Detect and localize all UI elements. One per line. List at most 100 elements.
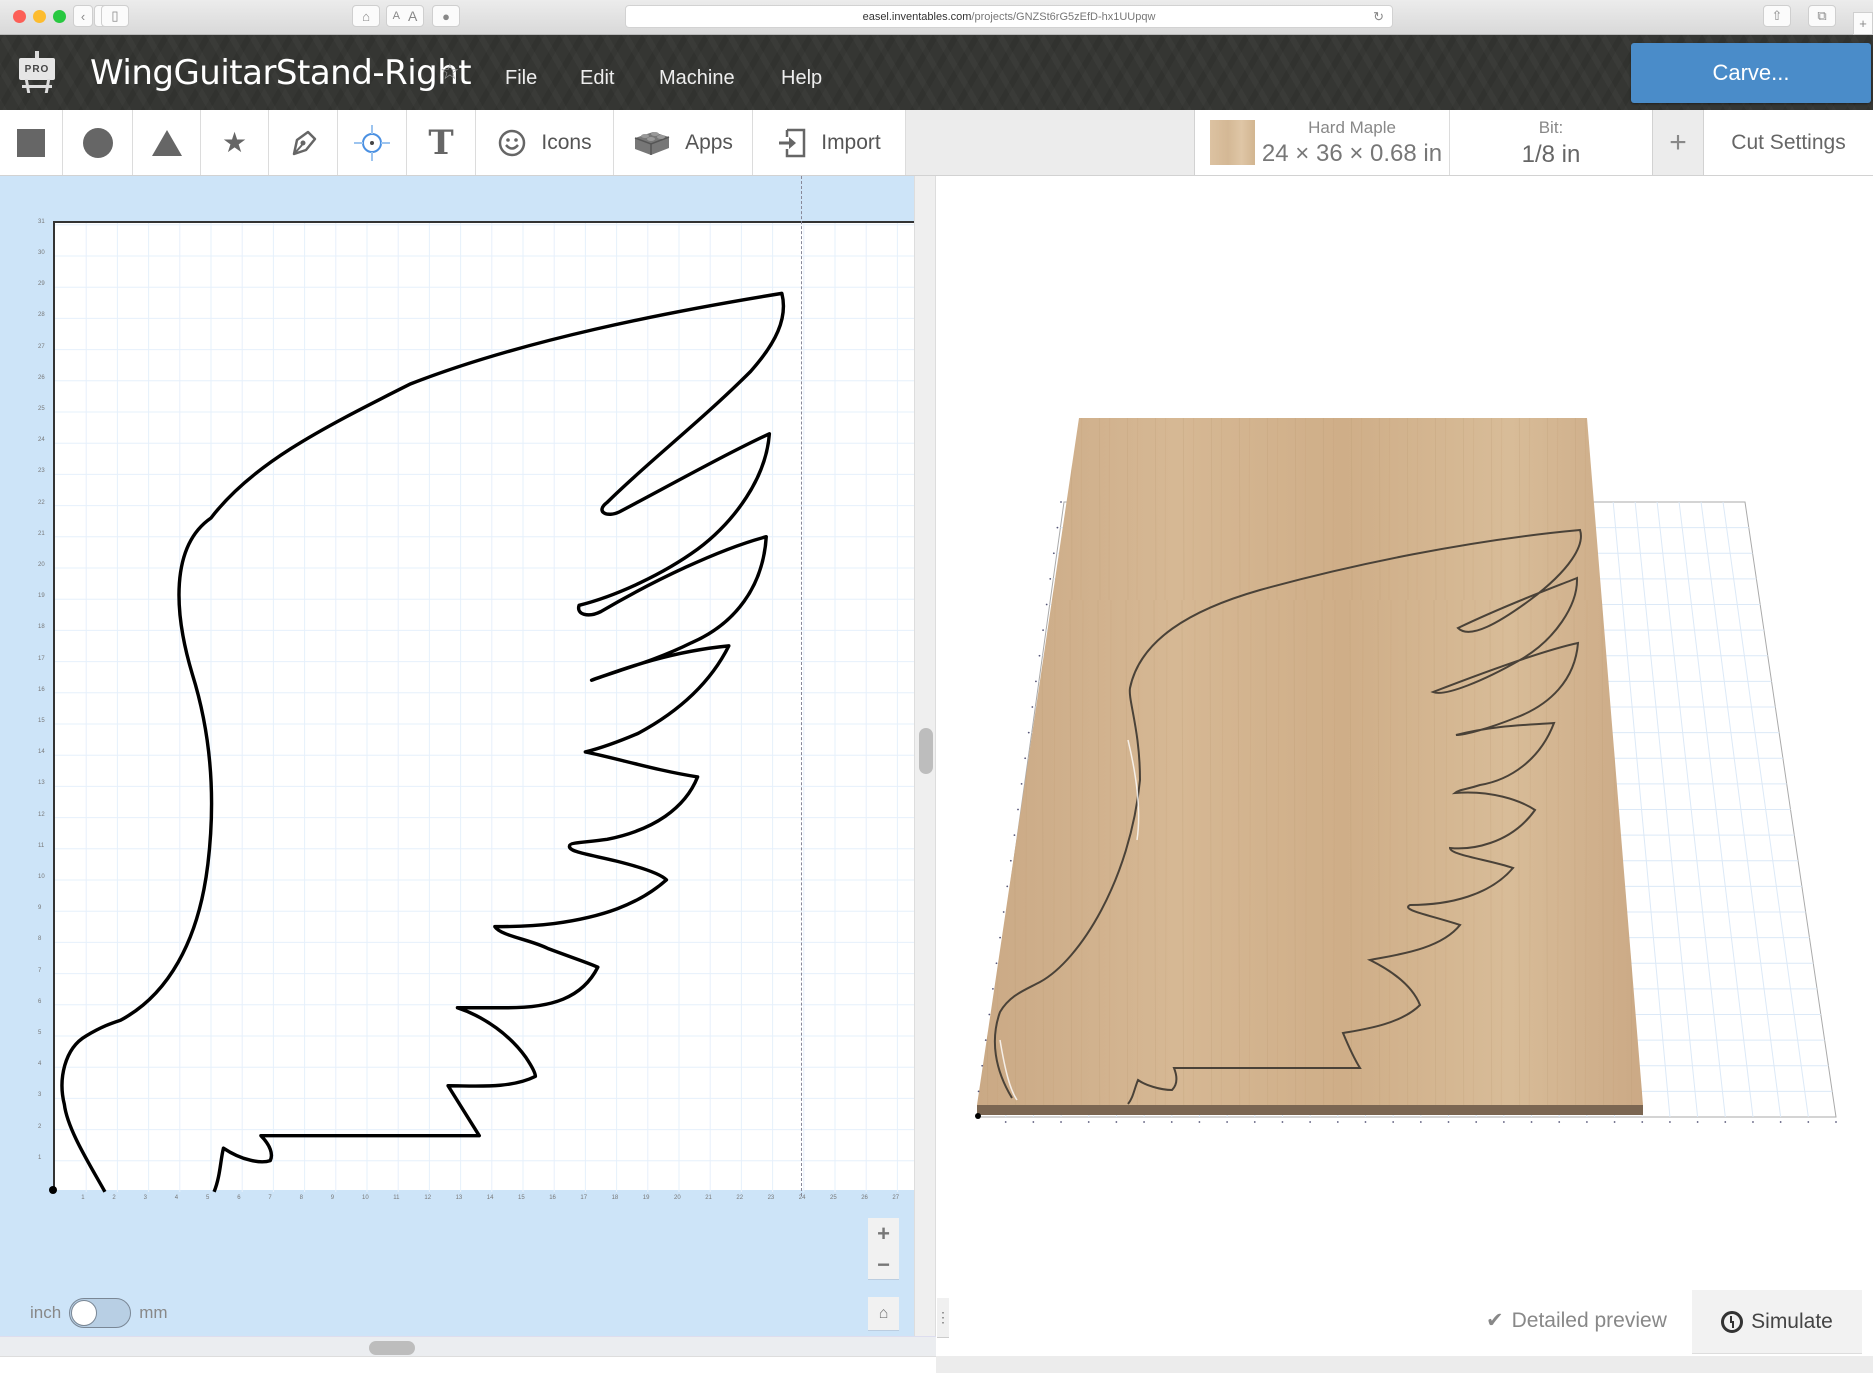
3d-x-tick [1586, 1121, 1588, 1123]
material-name: Hard Maple [1308, 118, 1396, 137]
triangle-tool[interactable] [133, 110, 201, 175]
menu-edit[interactable]: Edit [580, 67, 614, 90]
horizontal-scroll-thumb[interactable] [369, 1341, 415, 1355]
design-canvas[interactable] [53, 221, 916, 1193]
share-button[interactable]: ⇧ [1763, 5, 1791, 27]
address-bar[interactable]: easel.inventables.com/projects/GNZSt6rG5… [625, 5, 1393, 28]
pane-resize-handle[interactable]: ⋮ [936, 1298, 950, 1338]
3d-x-tick [1752, 1121, 1754, 1123]
import-button[interactable]: Import [753, 110, 906, 175]
y-axis-tick-label: 12 [38, 811, 45, 818]
zoom-out-button[interactable]: − [868, 1249, 899, 1280]
pen-tool[interactable] [269, 110, 338, 175]
canvas-horizontal-scrollbar[interactable] [0, 1336, 936, 1356]
icons-label: Icons [541, 130, 592, 154]
easel-pro-logo[interactable]: PRO [18, 51, 58, 95]
x-axis-tick-label: 16 [549, 1195, 556, 1201]
x-axis-tick-label: 8 [299, 1195, 303, 1201]
y-axis-tick-label: 9 [38, 905, 42, 912]
evernote-extension-button[interactable]: ● [432, 5, 460, 27]
3d-x-tick [1779, 1121, 1782, 1123]
rectangle-tool[interactable] [0, 110, 63, 175]
simulate-button[interactable]: Simulate [1692, 1290, 1862, 1354]
square-icon [17, 128, 45, 157]
y-axis-tick-label: 28 [38, 312, 45, 319]
apps-button[interactable]: Apps [614, 110, 753, 175]
3d-y-tick [999, 936, 1001, 939]
minimize-window-button[interactable] [33, 10, 46, 23]
project-title[interactable]: WingGuitarStand-Right [90, 53, 472, 93]
3d-x-tick [1835, 1121, 1837, 1123]
unit-inch-label: inch [30, 1303, 62, 1322]
y-axis-tick-label: 13 [38, 780, 45, 787]
favorite-star-icon[interactable]: ☆ [440, 59, 460, 85]
reset-view-button[interactable]: ⌂ [868, 1297, 899, 1331]
zoom-in-button[interactable]: + [868, 1218, 899, 1249]
x-axis-tick-label: 11 [393, 1195, 400, 1201]
icons-button[interactable]: Icons [476, 110, 614, 175]
material-selector[interactable]: Hard Maple 24 × 36 × 0.68 in [1194, 110, 1450, 175]
tabs-overview-button[interactable]: ⧉ [1808, 5, 1836, 27]
wood-board-grain [977, 418, 1643, 1105]
y-axis-tick-label: 4 [38, 1061, 42, 1068]
text-tool[interactable]: T [407, 110, 476, 175]
cut-settings-button[interactable]: Cut Settings [1704, 110, 1873, 175]
circle-tool[interactable] [63, 110, 133, 175]
detailed-preview-toggle[interactable]: ✔ Detailed preview [1486, 1308, 1667, 1333]
3d-preview-scene[interactable] [936, 176, 1873, 1356]
menu-file[interactable]: File [505, 67, 537, 90]
y-axis-tick-label: 5 [38, 1030, 42, 1036]
vertical-dots-icon: ⋮ [936, 1309, 950, 1325]
share-icon: ⇧ [1771, 8, 1783, 23]
text-larger-button[interactable]: A [408, 8, 417, 24]
3d-y-tick [1060, 501, 1062, 503]
y-axis-tick-label: 15 [38, 718, 45, 724]
maximize-window-button[interactable] [53, 10, 66, 23]
star-icon: ★ [221, 127, 248, 158]
3d-y-tick [1006, 885, 1009, 888]
3d-x-tick [1364, 1121, 1367, 1123]
bit-selector[interactable]: Bit: 1/8 in [1450, 110, 1652, 175]
3d-y-tick [1031, 706, 1034, 708]
point-tool[interactable] [338, 110, 407, 175]
3d-y-tick [1035, 680, 1037, 683]
import-label: Import [821, 130, 881, 154]
star-tool[interactable]: ★ [201, 110, 269, 175]
x-axis-tick-label: 22 [736, 1195, 744, 1201]
text-smaller-button[interactable]: A [393, 10, 400, 22]
sidebar-icon: ▯ [111, 8, 119, 23]
lego-brick-icon [634, 131, 670, 155]
wing-shape[interactable] [55, 223, 916, 1193]
vertical-scroll-thumb[interactable] [919, 728, 933, 774]
material-boundary-line [801, 176, 802, 1196]
canvas-vertical-scrollbar[interactable] [914, 176, 936, 1356]
x-axis-tick-label: 6 [237, 1195, 241, 1201]
x-axis-tick-label: 5 [206, 1195, 210, 1201]
3d-y-tick [1009, 859, 1012, 862]
3d-x-tick [1613, 1121, 1616, 1123]
3d-y-tick [1049, 577, 1052, 580]
3d-y-tick [977, 1090, 980, 1093]
back-button[interactable]: ‹ [73, 5, 93, 27]
detailed-preview-label: Detailed preview [1511, 1308, 1667, 1332]
carve-button[interactable]: Carve... [1631, 43, 1871, 103]
home-button[interactable]: ⌂ [352, 5, 380, 27]
new-tab-button[interactable]: + [1853, 12, 1873, 35]
reload-icon[interactable]: ↻ [1373, 9, 1384, 25]
menu-machine[interactable]: Machine [659, 67, 735, 90]
close-window-button[interactable] [13, 10, 26, 23]
unit-toggle-switch[interactable] [69, 1298, 132, 1328]
3d-y-tick [984, 1039, 987, 1042]
y-axis-tick-label: 8 [38, 936, 42, 943]
add-bit-button[interactable]: + [1652, 110, 1704, 175]
home-icon: ⌂ [362, 8, 370, 24]
y-axis-tick-label: 3 [38, 1092, 42, 1099]
x-axis-tick-label: 2 [112, 1195, 116, 1201]
wing-outline-path[interactable] [60, 291, 786, 1193]
toggle-knob [71, 1300, 98, 1326]
3d-x-tick [1281, 1121, 1284, 1123]
text-size-buttons[interactable]: A A [386, 5, 424, 27]
menu-help[interactable]: Help [781, 67, 822, 90]
sidebar-toggle-button[interactable]: ▯ [101, 5, 129, 27]
bit-value: 1/8 in [1521, 141, 1581, 168]
